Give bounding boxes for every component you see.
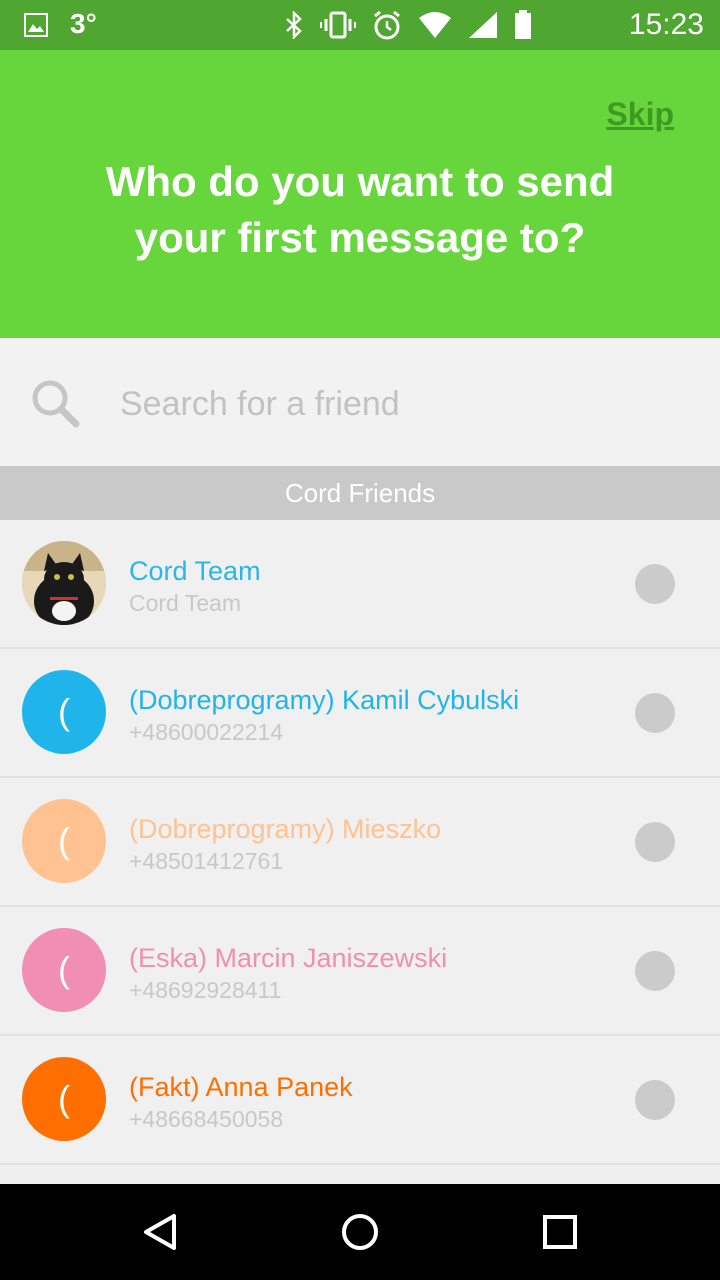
select-toggle[interactable]: [635, 822, 675, 862]
cat-photo-icon: [22, 541, 106, 625]
status-icons: [284, 10, 532, 40]
list-item[interactable]: ( (Dobreprogramy) Kamil Cybulski +486000…: [0, 649, 720, 778]
contact-name: Cord Team: [129, 556, 261, 586]
avatar: (: [22, 928, 106, 1012]
bluetooth-icon: [286, 11, 302, 39]
avatar-glyph: (: [58, 820, 70, 861]
title-line-1: Who do you want to send: [105, 158, 615, 205]
title-line-2: your first message to?: [134, 214, 586, 261]
avatar-glyph: (: [58, 1078, 70, 1119]
list-item[interactable]: ( (Fakt) Anna Panek +48668450058: [0, 1036, 720, 1165]
contact-name: (Dobreprogramy) Mieszko: [129, 814, 442, 844]
search-input[interactable]: [120, 374, 680, 434]
contact-name: (Fakt) Anna Panek: [129, 1072, 353, 1102]
contact-subtitle: Cord Team: [129, 590, 242, 616]
recents-icon[interactable]: [540, 1212, 580, 1252]
contact-name: (Dobreprogramy) Kamil Cybulski: [129, 685, 520, 715]
avatar-glyph: (: [58, 691, 70, 732]
contact-subtitle: +48668450058: [129, 1106, 284, 1132]
select-toggle[interactable]: [635, 693, 675, 733]
contact-subtitle: +48600022214: [129, 719, 284, 745]
avatar-glyph: (: [58, 949, 70, 990]
clock: 15:23: [628, 8, 704, 41]
home-icon[interactable]: [340, 1212, 380, 1252]
wifi-icon: [419, 12, 451, 38]
select-toggle[interactable]: [635, 951, 675, 991]
skip-button[interactable]: Skip: [606, 96, 674, 133]
signal-icon: [469, 12, 497, 38]
system-nav-bar: [0, 1184, 720, 1280]
alarm-icon: [374, 10, 400, 40]
battery-icon: [515, 10, 531, 39]
contact-name: (Eska) Marcin Janiszewski: [129, 943, 448, 973]
avatar: [22, 541, 106, 625]
temperature-text: 3°: [70, 8, 97, 39]
vibrate-icon: [320, 11, 356, 39]
onboarding-header: Skip Who do you want to send your first …: [0, 50, 720, 338]
back-icon[interactable]: [140, 1212, 180, 1252]
avatar: (: [22, 670, 106, 754]
select-toggle[interactable]: [635, 1080, 675, 1120]
section-header: Cord Friends: [0, 466, 720, 520]
contact-subtitle: +48501412761: [129, 848, 284, 874]
page-title: Who do you want to send your first messa…: [0, 154, 720, 266]
search-bar: [0, 338, 720, 466]
avatar: (: [22, 1057, 106, 1141]
contact-subtitle: +48692928411: [129, 977, 282, 1003]
list-item[interactable]: ( (Dobreprogramy) Mieszko +48501412761: [0, 778, 720, 907]
list-item[interactable]: ( (Eska) Marcin Janiszewski +48692928411: [0, 907, 720, 1036]
contact-list: Cord Team Cord Team ( (Dobreprogramy) Ka…: [0, 520, 720, 1165]
search-icon: [32, 380, 80, 428]
gallery-icon: [24, 13, 48, 37]
list-item[interactable]: Cord Team Cord Team: [0, 520, 720, 649]
avatar: (: [22, 799, 106, 883]
status-bar: 3° 15:23: [0, 0, 720, 50]
select-toggle[interactable]: [635, 564, 675, 604]
